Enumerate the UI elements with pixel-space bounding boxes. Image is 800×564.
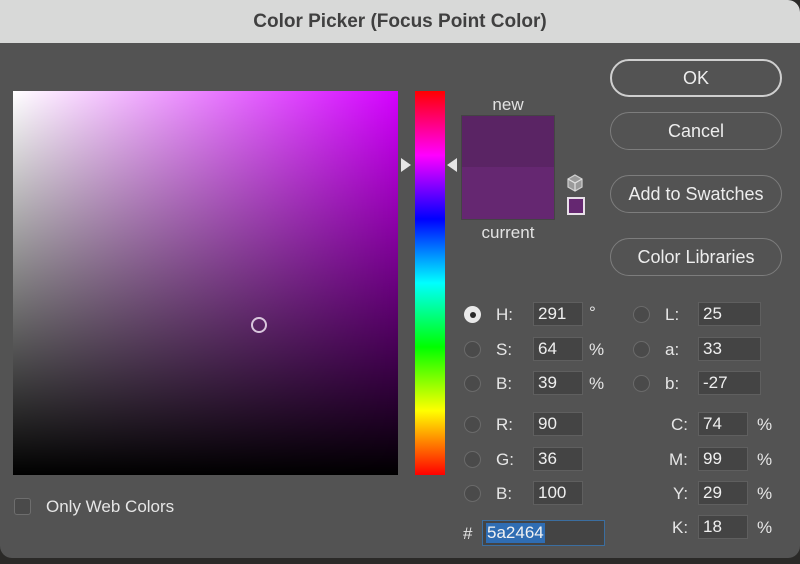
saturation-brightness-field[interactable]: [13, 91, 398, 475]
percent-unit: %: [757, 484, 773, 503]
lab-a-radio[interactable]: [633, 341, 650, 358]
hue-slider[interactable]: [415, 91, 445, 475]
magenta-label: M:: [669, 450, 688, 469]
color-libraries-button[interactable]: Color Libraries: [610, 238, 782, 276]
lab-l-radio[interactable]: [633, 306, 650, 323]
red-label: R:: [496, 415, 513, 434]
red-input[interactable]: 90: [533, 412, 583, 436]
saturation-input[interactable]: 64: [533, 337, 583, 361]
lab-a-input[interactable]: 33: [698, 337, 761, 361]
hex-input[interactable]: 5a2464: [482, 520, 605, 546]
blue-input[interactable]: 100: [533, 481, 583, 505]
percent-unit: %: [757, 415, 773, 434]
hue-radio[interactable]: [464, 306, 481, 323]
cyan-label: C:: [671, 415, 688, 434]
hue-input[interactable]: 291: [533, 302, 583, 326]
only-web-colors-checkbox[interactable]: [14, 498, 31, 515]
lab-b-input[interactable]: -27: [698, 371, 761, 395]
hex-hash-label: #: [463, 524, 473, 543]
magenta-input[interactable]: 99: [698, 447, 748, 471]
percent-unit: %: [757, 450, 773, 469]
degree-unit: °: [589, 303, 596, 322]
new-color-label: new: [492, 95, 524, 114]
lab-l-label: L:: [665, 305, 680, 324]
title-bar[interactable]: Color Picker (Focus Point Color): [0, 0, 800, 43]
red-radio[interactable]: [464, 416, 481, 433]
add-to-swatches-button[interactable]: Add to Swatches: [610, 175, 782, 213]
lab-b-label: b:: [665, 374, 680, 393]
brightness-radio[interactable]: [464, 375, 481, 392]
cancel-button[interactable]: Cancel: [610, 112, 782, 150]
blue-radio[interactable]: [464, 485, 481, 502]
only-web-colors-label[interactable]: Only Web Colors: [46, 497, 174, 517]
black-label: K:: [672, 518, 689, 537]
blue-label: B:: [496, 484, 513, 503]
green-label: G:: [496, 450, 514, 469]
saturation-radio[interactable]: [464, 341, 481, 358]
percent-unit: %: [589, 340, 605, 359]
black-input[interactable]: 18: [698, 515, 748, 539]
percent-unit: %: [589, 374, 605, 393]
cyan-input[interactable]: 74: [698, 412, 748, 436]
green-radio[interactable]: [464, 451, 481, 468]
new-color-swatch: [462, 116, 554, 167]
out-of-web-gamut-cube-icon[interactable]: [566, 174, 584, 192]
hue-label: H:: [496, 305, 513, 324]
brightness-input[interactable]: 39: [533, 371, 583, 395]
ok-button[interactable]: OK: [610, 59, 782, 97]
color-picker-dialog: Color Picker (Focus Point Color) new cur…: [0, 0, 800, 558]
brightness-label: B:: [496, 374, 513, 393]
color-selection-marker[interactable]: [251, 317, 268, 334]
yellow-input[interactable]: 29: [698, 481, 748, 505]
saturation-label: S:: [496, 340, 513, 359]
window-title: Color Picker (Focus Point Color): [253, 10, 547, 32]
green-input[interactable]: 36: [533, 447, 583, 471]
lab-l-input[interactable]: 25: [698, 302, 761, 326]
lab-a-label: a:: [665, 340, 680, 359]
hue-slider-left-arrow-icon[interactable]: [401, 157, 411, 172]
current-color-swatch[interactable]: [462, 167, 554, 219]
hex-value-selected: 5a2464: [486, 523, 545, 543]
percent-unit: %: [757, 518, 773, 537]
lab-b-radio[interactable]: [633, 375, 650, 392]
web-safe-color-swatch-icon[interactable]: [567, 197, 585, 215]
current-color-label: current: [481, 223, 535, 242]
hue-slider-right-arrow-icon[interactable]: [447, 157, 457, 172]
yellow-label: Y:: [673, 484, 689, 503]
